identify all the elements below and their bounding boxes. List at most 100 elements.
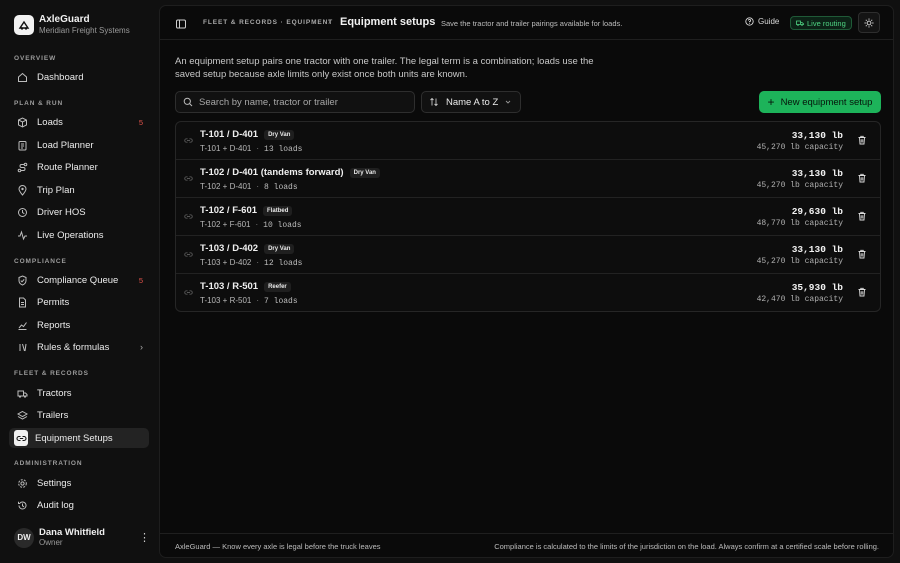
trash-icon[interactable] (857, 173, 867, 183)
table-row[interactable]: T-101 / D-401 Dry Van T-101 + D-401 · 13 l… (176, 122, 880, 160)
sidebar-item-label: Loads (37, 116, 63, 128)
sidebar-item-equipment-setups[interactable]: Equipment Setups (9, 428, 149, 448)
setup-load-count: 12 loads (264, 259, 303, 268)
status-badge: Live routing (790, 16, 852, 30)
sidebar-item-loads[interactable]: Loads 5 (9, 112, 149, 132)
setup-pair: T-102 + D-401 (200, 182, 252, 191)
sidebar-item-label: Rules & formulas (37, 341, 110, 353)
sidebar-item-label: Tractors (37, 387, 72, 399)
theme-toggle-button[interactable] (858, 12, 880, 33)
user-name: Dana Whitfield (39, 527, 105, 538)
guide-label: Guide (758, 17, 780, 26)
guide-button[interactable]: Guide (745, 17, 779, 26)
truck-icon (796, 20, 804, 26)
sidebar: AxleGuard Meridian Freight Systems OVERV… (0, 0, 159, 563)
setup-title-wrap: T-102 / D-401 (tandems forward) Dry Van (200, 167, 380, 178)
section-fleet: FLEET & RECORDS (14, 370, 89, 377)
brand-name: AxleGuard (39, 14, 90, 25)
chart-icon (15, 318, 29, 332)
setup-meta: T-103 + R-501 · 7 loads (200, 296, 298, 306)
sidebar-item-audit-log[interactable]: Audit log (9, 495, 149, 515)
table-row[interactable]: T-102 / F-601 Flatbed T-102 + F-601 · 10 l… (176, 198, 880, 236)
sidebar-item-label: Compliance Queue (37, 274, 119, 286)
separator-dot: · (256, 182, 260, 191)
sidebar-item-label: Dashboard (37, 71, 84, 83)
link-icon (184, 250, 193, 259)
map-pin-icon (15, 183, 29, 197)
sidebar-item-load-planner[interactable]: Load Planner (9, 135, 149, 155)
setup-title[interactable]: T-101 / D-401 (200, 129, 258, 140)
sidebar-item-trip-plan[interactable]: Trip Plan (9, 180, 149, 200)
top-bar: FLEET & RECORDS · EQUIPMENT › Equipment … (160, 6, 893, 40)
avatar: DW (14, 527, 34, 548)
setup-weight: 33,130 lb (791, 130, 843, 141)
setup-meta: T-102 + F-601 · 10 loads (200, 220, 302, 230)
sidebar-item-dashboard[interactable]: Dashboard (9, 67, 149, 87)
setup-title-wrap: T-103 / D-402 Dry Van (200, 243, 295, 254)
table-row[interactable]: T-103 / R-501 Reefer T-103 + R-501 · 7 loa… (176, 274, 880, 311)
brand[interactable]: AxleGuard Meridian Freight Systems (14, 14, 130, 36)
setup-capacity: 48,770 lb capacity (756, 219, 843, 228)
footer-disclaimer: Compliance is calculated to the limits o… (494, 542, 879, 551)
routing-status-label: Live routing (807, 18, 846, 28)
trailer-type-badge: Reefer (264, 281, 291, 292)
search-field[interactable] (175, 91, 415, 113)
trash-icon[interactable] (857, 135, 867, 145)
sidebar-item-label: Settings (37, 477, 72, 489)
sidebar-item-permits[interactable]: Permits (9, 292, 149, 312)
more-vertical-icon[interactable]: ⋮ (139, 531, 150, 544)
setup-title[interactable]: T-103 / R-501 (200, 281, 258, 292)
formula-icon (15, 340, 29, 354)
setup-title[interactable]: T-102 / F-601 (200, 205, 257, 216)
trash-icon[interactable] (857, 287, 867, 297)
setup-load-count: 13 loads (264, 145, 303, 154)
history-icon (15, 498, 29, 512)
sidebar-item-compliance-queue[interactable]: Compliance Queue 5 (9, 270, 149, 290)
setup-title[interactable]: T-102 / D-401 (tandems forward) (200, 167, 344, 178)
sidebar-item-tractors[interactable]: Tractors (9, 383, 149, 403)
setup-title[interactable]: T-103 / D-402 (200, 243, 258, 254)
sidebar-toggle-icon[interactable] (175, 17, 187, 29)
sidebar-item-driver-hos[interactable]: Driver HOS (9, 202, 149, 222)
sidebar-item-label: Route Planner (37, 161, 98, 173)
sidebar-item-label: Trailers (37, 409, 69, 421)
setup-meta: T-101 + D-401 · 13 loads (200, 144, 302, 154)
sidebar-item-reports[interactable]: Reports (9, 315, 149, 335)
search-input[interactable] (199, 96, 414, 108)
sort-label: Name A to Z (446, 96, 499, 108)
link-icon (184, 212, 193, 221)
setup-weight: 33,130 lb (791, 168, 843, 179)
link-icon (14, 430, 28, 446)
sort-select[interactable]: Name A to Z (421, 91, 521, 113)
table-row[interactable]: T-102 / D-401 (tandems forward) Dry Van … (176, 160, 880, 198)
section-plan-run: PLAN & RUN (14, 100, 64, 107)
plus-icon: + (767, 95, 775, 109)
breadcrumb[interactable]: FLEET & RECORDS · EQUIPMENT (203, 19, 333, 26)
table-row[interactable]: T-103 / D-402 Dry Van T-103 + D-402 · 12 l… (176, 236, 880, 274)
clipboard-icon (15, 138, 29, 152)
intro-text: An equipment setup pairs one tractor wit… (175, 56, 594, 80)
sidebar-item-rules-formulas[interactable]: Rules & formulas › (9, 337, 149, 357)
chevron-down-icon (504, 98, 512, 106)
equipment-setup-list: T-101 / D-401 Dry Van T-101 + D-401 · 13 l… (175, 121, 881, 312)
search-icon (183, 97, 193, 107)
footer-tagline: AxleGuard — Know every axle is legal bef… (175, 542, 381, 551)
section-overview: OVERVIEW (14, 55, 57, 62)
user-menu[interactable]: DW Dana Whitfield Owner ⋮ (14, 527, 150, 548)
user-role: Owner (39, 538, 63, 547)
sidebar-item-label: Driver HOS (37, 206, 86, 218)
trash-icon[interactable] (857, 249, 867, 259)
sidebar-item-trailers[interactable]: Trailers (9, 405, 149, 425)
new-equipment-setup-button[interactable]: + New equipment setup (759, 91, 881, 113)
sidebar-item-route-planner[interactable]: Route Planner (9, 157, 149, 177)
sidebar-item-label: Trip Plan (37, 184, 75, 196)
gear-icon (15, 476, 29, 490)
setup-meta: T-102 + D-401 · 8 loads (200, 182, 298, 192)
sidebar-item-label: Permits (37, 296, 70, 308)
setup-capacity: 42,470 lb capacity (756, 295, 843, 304)
sidebar-item-live-operations[interactable]: Live Operations (9, 225, 149, 245)
trash-icon[interactable] (857, 211, 867, 221)
count-badge: 5 (138, 117, 143, 127)
help-circle-icon (745, 17, 754, 26)
sidebar-item-settings[interactable]: Settings (9, 473, 149, 493)
